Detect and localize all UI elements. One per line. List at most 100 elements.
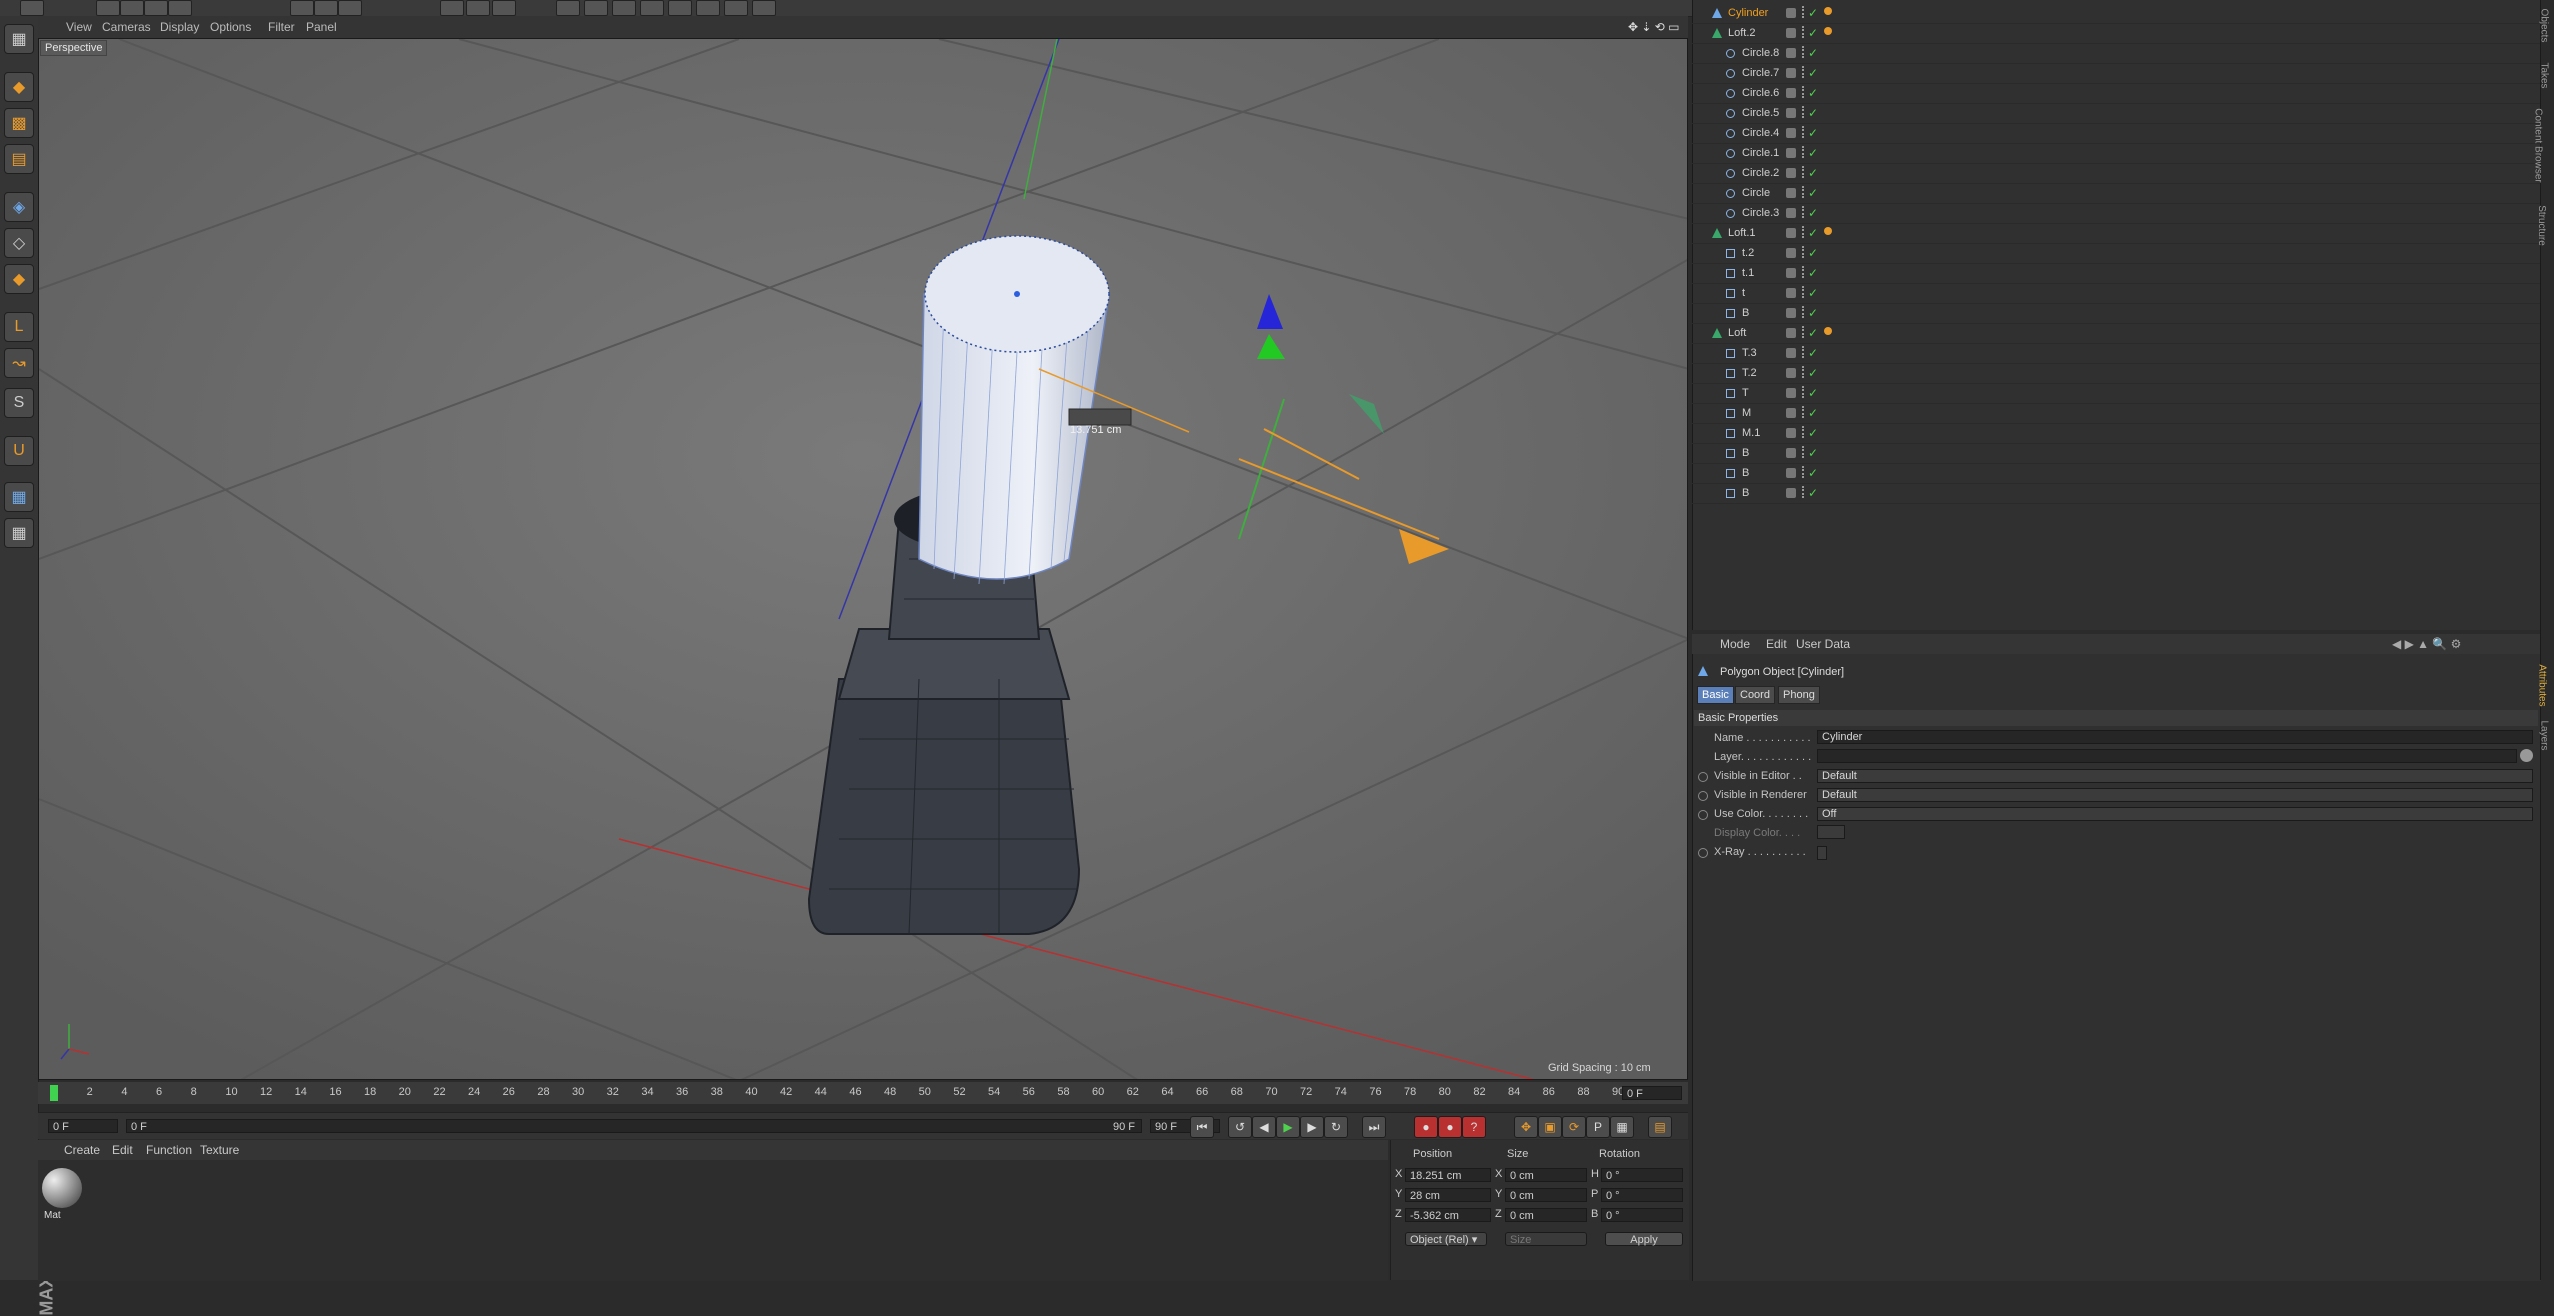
layer-icon[interactable] bbox=[1786, 348, 1796, 358]
menu-view[interactable]: View bbox=[66, 20, 92, 34]
position-z-field[interactable]: -5.362 cm bbox=[1405, 1208, 1491, 1222]
rotate-icon[interactable] bbox=[168, 0, 192, 16]
visibility-toggle-icon[interactable] bbox=[1802, 106, 1807, 118]
lock-workplane-icon[interactable]: ▦ bbox=[4, 482, 34, 512]
menu-options[interactable]: Options bbox=[210, 20, 251, 34]
enabled-check-icon[interactable]: ✓ bbox=[1808, 426, 1818, 440]
enabled-check-icon[interactable]: ✓ bbox=[1808, 386, 1818, 400]
phong-tag-icon[interactable] bbox=[1824, 27, 1832, 35]
enabled-check-icon[interactable]: ✓ bbox=[1808, 46, 1818, 60]
display-color-swatch[interactable] bbox=[1817, 825, 1845, 839]
x-axis-icon[interactable] bbox=[290, 0, 314, 16]
object-row[interactable]: Cylinder ✓ bbox=[1692, 4, 2540, 24]
object-row[interactable]: Loft.2 ✓ bbox=[1692, 24, 2540, 44]
enabled-check-icon[interactable]: ✓ bbox=[1808, 326, 1818, 340]
layer-icon[interactable] bbox=[1786, 28, 1796, 38]
layer-icon[interactable] bbox=[1786, 288, 1796, 298]
layer-icon[interactable] bbox=[1786, 68, 1796, 78]
enabled-check-icon[interactable]: ✓ bbox=[1808, 86, 1818, 100]
visibility-toggle-icon[interactable] bbox=[1802, 226, 1807, 238]
visibility-toggle-icon[interactable] bbox=[1802, 186, 1807, 198]
size-mode-dropdown[interactable]: Size bbox=[1505, 1232, 1587, 1246]
attr-menu-user-data[interactable]: User Data bbox=[1796, 637, 1850, 651]
enabled-check-icon[interactable]: ✓ bbox=[1808, 246, 1818, 260]
layer-icon[interactable] bbox=[1786, 268, 1796, 278]
subdivision-icon[interactable] bbox=[612, 0, 636, 16]
start-frame-field[interactable]: 0 F bbox=[48, 1119, 118, 1133]
visibility-toggle-icon[interactable] bbox=[1802, 306, 1807, 318]
visibility-toggle-icon[interactable] bbox=[1802, 326, 1807, 338]
use-color-dropdown[interactable]: Off bbox=[1817, 807, 2533, 821]
object-row[interactable]: Circle.8 ✓ bbox=[1692, 44, 2540, 64]
mat-menu-function[interactable]: Function bbox=[146, 1143, 192, 1157]
axis-mode-icon[interactable]: L bbox=[4, 312, 34, 342]
object-row[interactable]: Circle.5 ✓ bbox=[1692, 104, 2540, 124]
enabled-check-icon[interactable]: ✓ bbox=[1808, 26, 1818, 40]
object-row[interactable]: M.1 ✓ bbox=[1692, 424, 2540, 444]
timeline-playhead[interactable] bbox=[50, 1085, 58, 1101]
object-row[interactable]: T.3 ✓ bbox=[1692, 344, 2540, 364]
object-row[interactable]: Circle.1 ✓ bbox=[1692, 144, 2540, 164]
planar-workplane-icon[interactable]: ▦ bbox=[4, 518, 34, 548]
side-tab-layers[interactable]: Layers bbox=[2539, 720, 2550, 750]
visibility-toggle-icon[interactable] bbox=[1802, 446, 1807, 458]
live-selection-icon[interactable] bbox=[96, 0, 120, 16]
xray-checkbox[interactable] bbox=[1817, 846, 1827, 860]
visibility-toggle-icon[interactable] bbox=[1802, 46, 1807, 58]
key-scale-button[interactable]: ▣ bbox=[1538, 1116, 1562, 1138]
tab-basic[interactable]: Basic bbox=[1697, 686, 1734, 704]
enabled-check-icon[interactable]: ✓ bbox=[1808, 406, 1818, 420]
layer-icon[interactable] bbox=[1786, 128, 1796, 138]
side-tab-content-browser[interactable]: Content Browser bbox=[2533, 108, 2544, 182]
enabled-check-icon[interactable]: ✓ bbox=[1808, 126, 1818, 140]
use-color-anim-icon[interactable] bbox=[1698, 810, 1708, 820]
layer-icon[interactable] bbox=[1786, 468, 1796, 478]
layer-icon[interactable] bbox=[1786, 448, 1796, 458]
cube-icon[interactable] bbox=[556, 0, 580, 16]
layer-icon[interactable] bbox=[1786, 148, 1796, 158]
mat-menu-texture[interactable]: Texture bbox=[200, 1143, 239, 1157]
visible-editor-anim-icon[interactable] bbox=[1698, 772, 1708, 782]
enabled-check-icon[interactable]: ✓ bbox=[1808, 146, 1818, 160]
layer-icon[interactable] bbox=[1786, 408, 1796, 418]
attr-menu-edit[interactable]: Edit bbox=[1766, 637, 1787, 651]
menu-panel[interactable]: Panel bbox=[306, 20, 337, 34]
key-rotation-button[interactable]: ⟳ bbox=[1562, 1116, 1586, 1138]
camera-icon[interactable] bbox=[724, 0, 748, 16]
size-y-field[interactable]: 0 cm bbox=[1505, 1188, 1587, 1202]
object-row[interactable]: Circle ✓ bbox=[1692, 184, 2540, 204]
tab-coord[interactable]: Coord bbox=[1735, 686, 1775, 704]
apply-button[interactable]: Apply bbox=[1605, 1232, 1683, 1246]
object-row[interactable]: t.2 ✓ bbox=[1692, 244, 2540, 264]
perspective-viewport[interactable] bbox=[38, 38, 1688, 1080]
layer-icon[interactable] bbox=[1786, 108, 1796, 118]
layer-icon[interactable] bbox=[1786, 368, 1796, 378]
mat-menu-edit[interactable]: Edit bbox=[112, 1143, 133, 1157]
enabled-check-icon[interactable]: ✓ bbox=[1808, 266, 1818, 280]
object-row[interactable]: Circle.6 ✓ bbox=[1692, 84, 2540, 104]
visibility-toggle-icon[interactable] bbox=[1802, 86, 1807, 98]
points-mode-icon[interactable]: ◈ bbox=[4, 192, 34, 222]
render-picture-viewer-icon[interactable] bbox=[466, 0, 490, 16]
visibility-toggle-icon[interactable] bbox=[1802, 486, 1807, 498]
prev-frame-button[interactable]: ◀ bbox=[1252, 1116, 1276, 1138]
undo-icon[interactable] bbox=[20, 0, 44, 16]
visibility-toggle-icon[interactable] bbox=[1802, 426, 1807, 438]
enabled-check-icon[interactable]: ✓ bbox=[1808, 486, 1818, 500]
next-frame-button[interactable]: ▶ bbox=[1300, 1116, 1324, 1138]
rotation-h-field[interactable]: 0 ° bbox=[1601, 1168, 1683, 1182]
move-icon[interactable] bbox=[120, 0, 144, 16]
object-row[interactable]: B ✓ bbox=[1692, 464, 2540, 484]
y-axis-icon[interactable] bbox=[314, 0, 338, 16]
layer-icon[interactable] bbox=[1786, 188, 1796, 198]
menu-cameras[interactable]: Cameras bbox=[102, 20, 151, 34]
visibility-toggle-icon[interactable] bbox=[1802, 66, 1807, 78]
render-view-icon[interactable] bbox=[440, 0, 464, 16]
visible-renderer-anim-icon[interactable] bbox=[1698, 791, 1708, 801]
visibility-toggle-icon[interactable] bbox=[1802, 366, 1807, 378]
object-row[interactable]: Circle.3 ✓ bbox=[1692, 204, 2540, 224]
size-x-field[interactable]: 0 cm bbox=[1505, 1168, 1587, 1182]
enabled-check-icon[interactable]: ✓ bbox=[1808, 226, 1818, 240]
layer-icon[interactable] bbox=[1786, 488, 1796, 498]
object-row[interactable]: Loft ✓ bbox=[1692, 324, 2540, 344]
